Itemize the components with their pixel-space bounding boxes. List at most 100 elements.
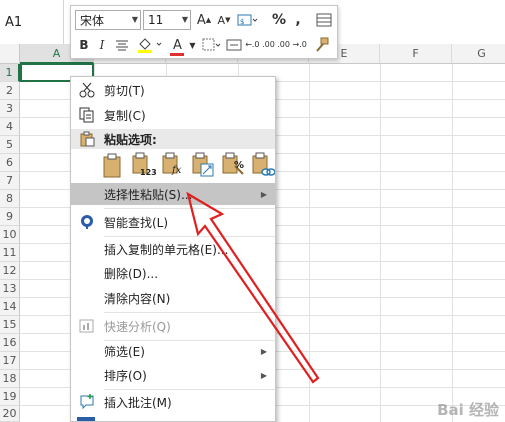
quick-analysis-icon — [77, 317, 97, 335]
paste-icons-row: 123 fx % — [71, 150, 275, 182]
row-header-3[interactable]: 3 — [0, 100, 20, 118]
chevron-right-icon: ▶ — [260, 346, 267, 356]
format-painter-button[interactable] — [311, 36, 331, 54]
row-header-13[interactable]: 13 — [0, 280, 20, 298]
menu-item-label: 快速分析(Q) — [104, 319, 171, 334]
row-header-7[interactable]: 7 — [0, 172, 20, 190]
align-center-button[interactable] — [113, 36, 131, 54]
comment-icon — [77, 393, 97, 411]
percent-style-button[interactable]: % — [271, 11, 287, 29]
borders-button[interactable] — [201, 36, 223, 54]
paste-options-label: 粘贴选项: — [104, 132, 157, 147]
format-cells-icon — [77, 417, 95, 421]
menu-item-label: 剪切(T) — [104, 83, 145, 98]
row-header-9[interactable]: 9 — [0, 208, 20, 226]
row-header-6[interactable]: 6 — [0, 154, 20, 172]
column-header-g[interactable]: G — [452, 44, 505, 64]
font-color-button[interactable]: A ▼ — [168, 36, 198, 56]
copy-icon — [77, 106, 97, 124]
menu-item-delete[interactable]: 删除(D)... — [71, 262, 275, 284]
menu-item-label: 筛选(E) — [104, 344, 145, 359]
paste-formatting-button[interactable]: % — [221, 152, 245, 180]
menu-item-insert-comment[interactable]: 插入批注(M) — [71, 391, 275, 413]
column-header-f[interactable]: F — [380, 44, 452, 64]
name-box-value: A1 — [5, 14, 23, 30]
font-color-letter: A — [172, 37, 182, 53]
chevron-down-icon: ▼ — [181, 15, 188, 24]
grow-font-button[interactable]: A ▲ — [196, 11, 212, 29]
row-header-14[interactable]: 14 — [0, 298, 20, 316]
menu-item-filter[interactable]: 筛选(E) ▶ — [71, 340, 275, 362]
format-table-button[interactable] — [315, 11, 333, 29]
row-header-16[interactable]: 16 — [0, 334, 20, 352]
font-name-dropdown[interactable]: 宋体 ▼ — [75, 10, 141, 30]
number-format-icon: $ — [237, 14, 257, 26]
menu-item-label: 清除内容(N) — [104, 291, 171, 306]
menu-separator — [104, 312, 275, 313]
row-header-5[interactable]: 5 — [0, 136, 20, 154]
table-format-icon — [316, 13, 332, 27]
name-box[interactable]: A1 — [0, 0, 64, 44]
menu-item-smart-lookup[interactable]: 智能查找(L) — [71, 211, 275, 233]
row-header-11[interactable]: 11 — [0, 244, 20, 262]
row-header-1[interactable]: 1 — [0, 64, 20, 82]
link-icon — [252, 152, 275, 176]
formatting-label: % — [234, 160, 245, 171]
row-header-17[interactable]: 17 — [0, 352, 20, 370]
font-size-dropdown[interactable]: 11 ▼ — [143, 10, 191, 30]
comma-style-button[interactable]: , — [291, 11, 305, 29]
row-header-20[interactable]: 20 — [0, 406, 20, 422]
menu-item-sort[interactable]: 排序(O) ▶ — [71, 364, 275, 386]
number-format-button[interactable]: $ — [236, 11, 258, 29]
clipboard-icon — [77, 130, 97, 148]
font-size-value: 11 — [148, 13, 164, 27]
paste-transpose-button[interactable] — [191, 152, 215, 180]
row-header-2[interactable]: 2 — [0, 82, 20, 100]
format-painter-icon — [316, 37, 329, 52]
menu-separator — [104, 208, 275, 209]
row-header-15[interactable]: 15 — [0, 316, 20, 334]
menu-item-clear-contents[interactable]: 清除内容(N) — [71, 287, 275, 309]
borders-icon — [202, 38, 221, 51]
menu-separator — [104, 389, 275, 390]
menu-item-label: 删除(D)... — [104, 266, 159, 281]
menu-item-label: 智能查找(L) — [104, 215, 169, 230]
bold-button[interactable]: B — [77, 36, 91, 54]
paste-link-button[interactable] — [251, 152, 275, 180]
formulas-label: fx — [172, 165, 182, 176]
mini-toolbar: 宋体 ▼ 11 ▼ A ▲ A ▼ $ % , B I A ▼ ←.0 .00 .0… — [70, 5, 338, 59]
row-header-19[interactable]: 19 — [0, 388, 20, 406]
menu-item-label: 选择性粘贴(S)... — [104, 187, 193, 202]
paint-bucket-icon — [138, 38, 162, 53]
decrease-decimal-button[interactable]: .00 →.0 — [277, 36, 307, 54]
merge-center-button[interactable] — [225, 36, 243, 54]
paste-icon — [103, 153, 121, 178]
menu-item-label: 插入批注(M) — [104, 395, 172, 410]
row-header-4[interactable]: 4 — [0, 118, 20, 136]
menu-item-insert-copied-cells[interactable]: 插入复制的单元格(E)... — [71, 238, 275, 260]
menu-item-cut[interactable]: 剪切(T) — [71, 79, 275, 101]
shrink-font-letter: A — [217, 13, 226, 27]
shrink-font-button[interactable]: A ▼ — [216, 11, 232, 29]
menu-item-paste-special[interactable]: 选择性粘贴(S)... ▶ — [71, 183, 275, 205]
paste-formulas-button[interactable]: fx — [161, 152, 185, 180]
context-menu: 剪切(T) 复制(C) 粘贴选项: 123 fx % 选择性粘贴(S)... ▶… — [70, 76, 276, 422]
align-center-icon — [116, 40, 128, 51]
menu-item-label: 复制(C) — [104, 108, 146, 123]
row-header-8[interactable]: 8 — [0, 190, 20, 208]
fill-color-button[interactable] — [135, 36, 165, 54]
grow-font-letter: A — [196, 12, 206, 28]
menu-item-copy[interactable]: 复制(C) — [71, 104, 275, 126]
row-header-10[interactable]: 10 — [0, 226, 20, 244]
select-all-corner[interactable] — [0, 44, 20, 64]
increase-decimal-button[interactable]: ←.0 .00 — [245, 36, 275, 54]
menu-item-label: 插入复制的单元格(E)... — [104, 242, 229, 257]
watermark: Bai 经验 — [437, 401, 499, 419]
row-header-12[interactable]: 12 — [0, 262, 20, 280]
row-header-18[interactable]: 18 — [0, 370, 20, 388]
paste-button[interactable] — [101, 152, 125, 180]
paste-values-button[interactable]: 123 — [131, 152, 157, 180]
menu-separator — [104, 236, 275, 237]
paste-options-header: 粘贴选项: — [71, 129, 275, 149]
italic-button[interactable]: I — [95, 36, 109, 54]
